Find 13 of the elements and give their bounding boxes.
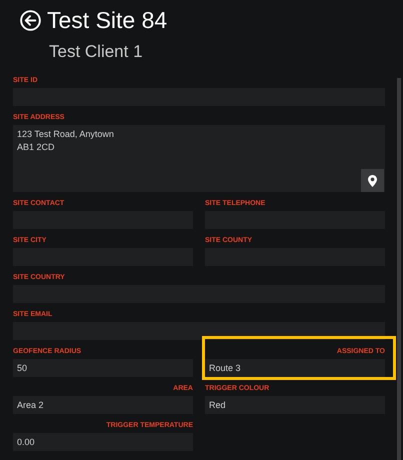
page-title: Test Site 84	[47, 6, 168, 34]
scrollbar[interactable]	[397, 78, 401, 460]
input-field[interactable]: 50	[13, 359, 193, 377]
address-field[interactable]: 123 Test Road, Anytown AB1 2CD	[13, 125, 385, 192]
page-subtitle: Test Client 1	[49, 42, 143, 62]
input-field[interactable]: Area 2	[13, 396, 193, 414]
back-icon[interactable]	[20, 10, 41, 30]
input-field[interactable]	[13, 322, 385, 340]
input-field[interactable]: 0.00	[13, 433, 193, 451]
map-pin-button[interactable]	[361, 169, 384, 192]
map-pin-icon	[368, 174, 377, 186]
input-field[interactable]: Route 3	[205, 359, 385, 377]
input-field[interactable]: Red	[205, 396, 385, 414]
